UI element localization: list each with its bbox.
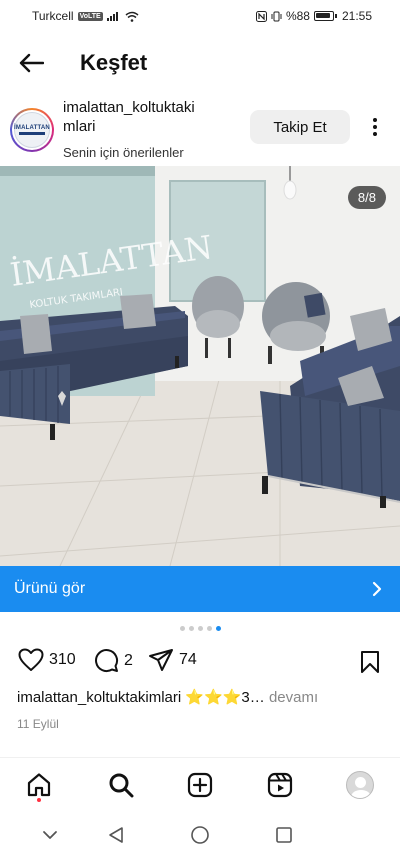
nfc-icon xyxy=(255,10,267,22)
post-header: İMALATTAN imalattan_koltuktaki mlari Sen… xyxy=(0,96,400,162)
triangle-back-icon xyxy=(109,827,123,843)
reels-icon xyxy=(267,772,293,798)
status-right: %88 21:55 xyxy=(255,9,372,23)
view-product-label: Ürünü gör xyxy=(14,580,86,597)
carousel-dot-active xyxy=(215,626,221,631)
chevron-right-icon xyxy=(372,581,382,597)
square-recents-icon xyxy=(276,827,292,843)
sys-recents-button[interactable] xyxy=(272,823,296,847)
wifi-icon xyxy=(125,11,139,22)
avatar-logo-text: İMALATTAN xyxy=(14,125,50,131)
carousel-dot xyxy=(179,626,185,631)
vibrate-icon xyxy=(271,11,282,21)
arrow-left-icon xyxy=(19,53,44,73)
bottom-navigation xyxy=(0,757,400,811)
chevron-down-icon xyxy=(43,831,57,839)
sys-collapse-button[interactable] xyxy=(38,823,62,847)
battery-percent: %88 xyxy=(285,9,310,23)
post-date: 11 Eylül xyxy=(17,717,59,731)
back-button[interactable] xyxy=(16,48,46,78)
system-navigation xyxy=(0,815,400,856)
battery-icon xyxy=(313,11,337,21)
status-bar: Turkcell VoLTE %88 21:55 xyxy=(0,0,400,32)
like-count: 310 xyxy=(49,651,76,668)
view-product-bar[interactable]: Ürünü gör xyxy=(0,566,400,612)
brand-logo: İMALATTAN xyxy=(14,112,50,148)
caption-more-link[interactable]: devamı xyxy=(269,689,318,706)
nav-search[interactable] xyxy=(106,770,136,800)
heart-icon[interactable] xyxy=(18,648,44,672)
save-button[interactable] xyxy=(360,650,380,679)
volte-badge: VoLTE xyxy=(77,11,103,21)
sys-home-button[interactable] xyxy=(188,823,212,847)
search-icon xyxy=(109,773,134,798)
plus-square-icon xyxy=(187,772,213,798)
carousel-dot xyxy=(206,626,212,631)
home-icon xyxy=(27,773,51,797)
comment-action[interactable]: 2 xyxy=(94,648,133,673)
profile-avatar-icon xyxy=(346,771,374,799)
more-dot xyxy=(373,132,377,136)
nav-profile[interactable] xyxy=(345,770,375,800)
top-header: Keşfet xyxy=(0,38,400,88)
nav-create[interactable] xyxy=(185,770,215,800)
suggested-label: Senin için önerilenler xyxy=(63,145,184,160)
share-count: 74 xyxy=(179,651,197,668)
more-options-button[interactable] xyxy=(364,114,386,140)
like-action[interactable]: 310 xyxy=(18,648,76,672)
username-line-2: mlari xyxy=(63,118,96,135)
nav-home[interactable] xyxy=(24,770,54,800)
follow-button[interactable]: Takip Et xyxy=(250,110,350,144)
caption-text: ⭐⭐⭐3… xyxy=(185,689,265,706)
image-counter: 8/8 xyxy=(347,186,386,209)
carousel-indicator xyxy=(0,626,400,631)
profile-avatar[interactable]: İMALATTAN xyxy=(10,108,54,152)
post-caption[interactable]: imalattan_koltuktakimlari ⭐⭐⭐3… devamı xyxy=(17,688,392,706)
sys-back-button[interactable] xyxy=(104,823,128,847)
carousel-dot xyxy=(197,626,203,631)
page-title: Keşfet xyxy=(80,50,148,75)
clock: 21:55 xyxy=(341,9,372,23)
signal-icon xyxy=(106,12,118,21)
more-dot xyxy=(373,125,377,129)
share-action[interactable]: 74 xyxy=(148,648,197,672)
post-image[interactable]: İMALATTAN KOLTUK TAKIMLARI 8/8 xyxy=(0,166,400,566)
caption-username[interactable]: imalattan_koltuktakimlari xyxy=(17,689,181,706)
carrier-label: Turkcell xyxy=(32,9,74,23)
status-left: Turkcell VoLTE xyxy=(32,9,139,23)
comment-count: 2 xyxy=(124,651,133,669)
username-line-1: imalattan_koltuktaki xyxy=(63,99,195,116)
comment-icon[interactable] xyxy=(94,648,119,673)
bookmark-icon xyxy=(361,651,379,673)
circle-home-icon xyxy=(191,826,209,844)
post-username[interactable]: imalattan_koltuktaki mlari xyxy=(63,98,243,136)
more-dot xyxy=(373,118,377,122)
send-icon[interactable] xyxy=(148,648,174,672)
avatar-border: İMALATTAN xyxy=(12,110,52,150)
notification-dot xyxy=(37,798,41,802)
showroom-photo: İMALATTAN KOLTUK TAKIMLARI xyxy=(0,166,400,566)
carousel-dot xyxy=(188,626,194,631)
post-actions: 310 2 74 xyxy=(0,648,400,676)
nav-reels[interactable] xyxy=(265,770,295,800)
avatar-logo-bar xyxy=(19,132,45,135)
